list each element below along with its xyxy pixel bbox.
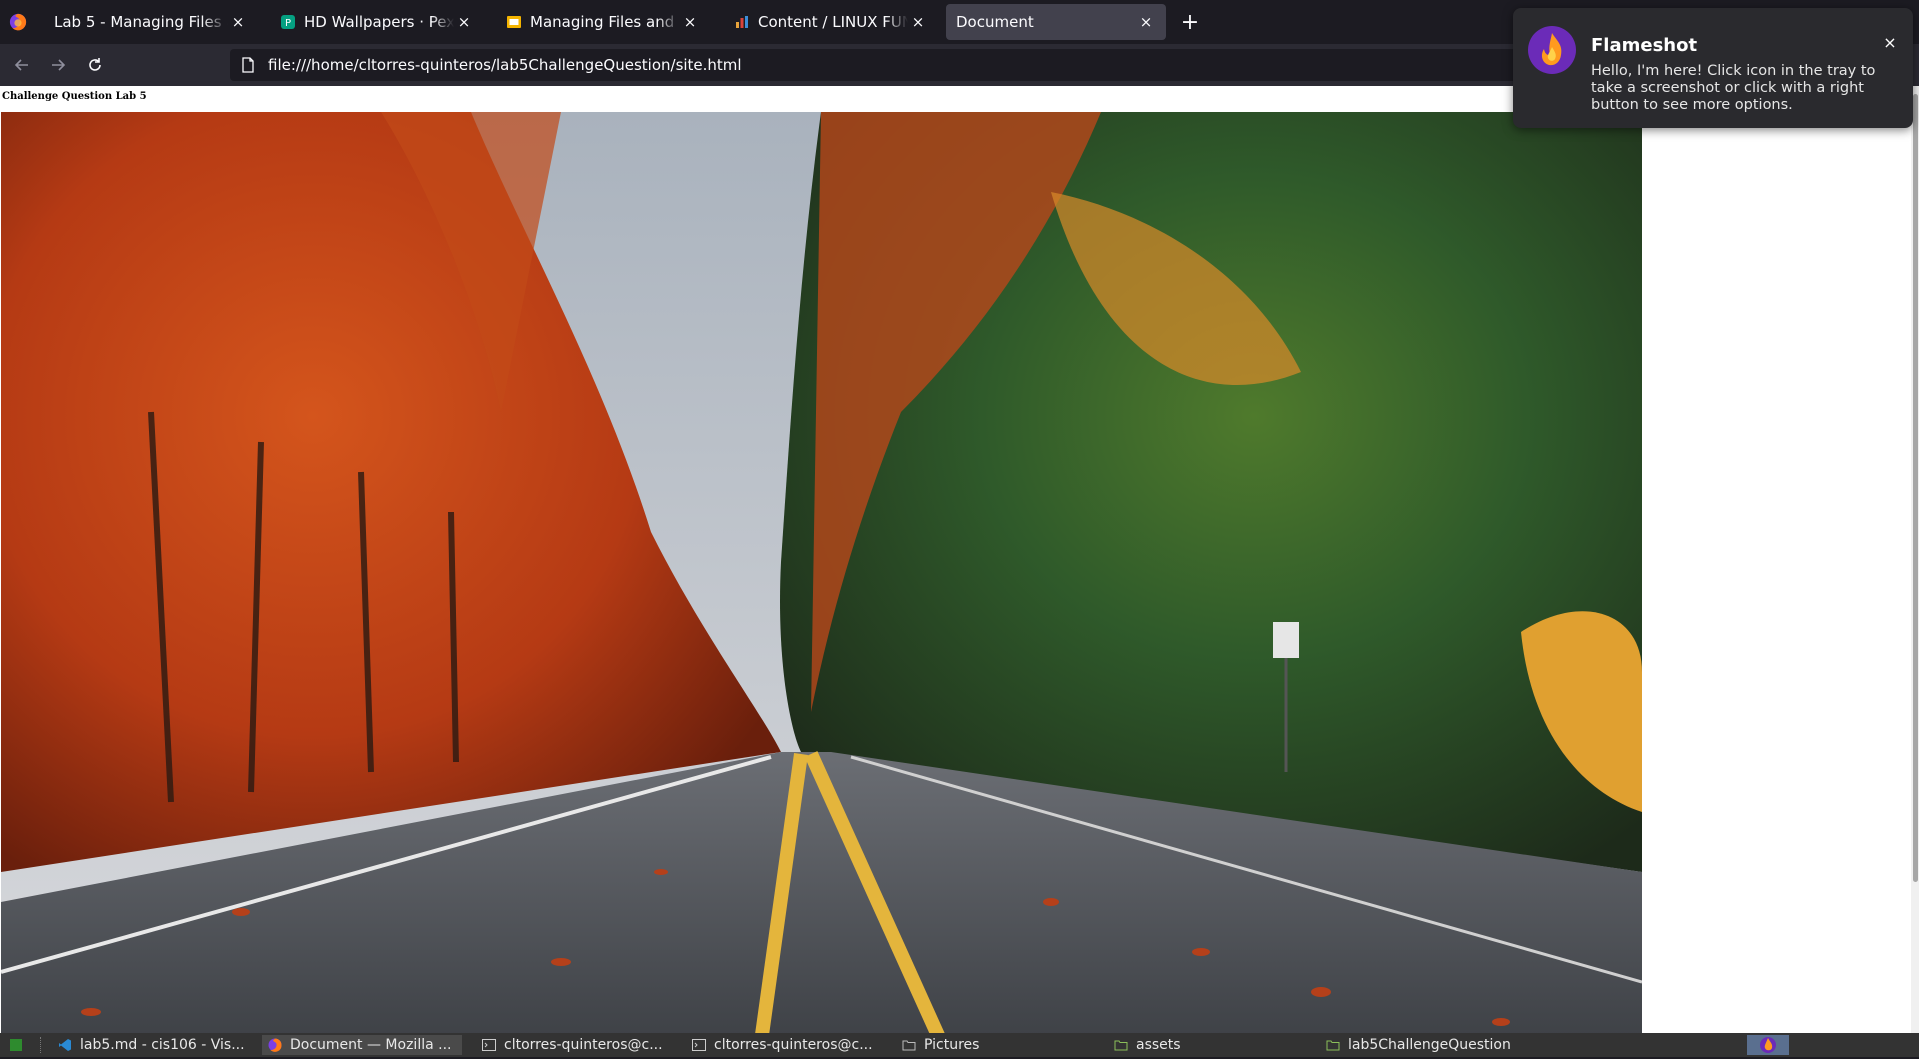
terminal-icon [692,1039,706,1051]
taskbar-item-assets[interactable]: assets [1108,1035,1308,1055]
taskbar-item-lab5challengequestion[interactable]: lab5ChallengeQuestion [1320,1035,1530,1055]
tab-lab5[interactable]: Lab 5 - Managing Files and D × [44,4,258,40]
pexels-icon: P [281,15,295,29]
page-heading: Challenge Question Lab 5 [2,91,147,102]
address-bar[interactable]: file:///home/cltorres-quinteros/lab5Chal… [230,49,1530,81]
tab-linux-fundamentals[interactable]: Content / LINUX FUNDAM × [724,4,938,40]
firefox-icon [268,1038,282,1052]
page-scrollbar-thumb[interactable] [1913,94,1918,882]
tab-managing-files[interactable]: Managing Files and Direc × [496,4,710,40]
close-icon[interactable]: × [680,13,700,31]
forward-button[interactable] [46,53,70,77]
notification-title: Flameshot [1591,35,1698,56]
reload-icon [89,58,101,71]
page-content: Challenge Question Lab 5 [0,86,1919,1033]
taskbar-item-label: Document — Mozilla ... [290,1037,452,1053]
taskbar-item-label: Pictures [924,1037,980,1053]
arrow-right-icon [52,59,66,71]
taskbar-item-label: lab5.md - cis106 - Vis... [80,1037,245,1053]
back-button[interactable] [10,53,34,77]
svg-text:P: P [285,18,291,29]
taskbar: lab5.md - cis106 - Vis... Document — Moz… [0,1033,1919,1057]
taskbar-item-label: cltorres-quinteros@c... [714,1037,873,1053]
flameshot-notification[interactable]: Flameshot Hello, I'm here! Click icon in… [1513,8,1913,128]
taskbar-separator [40,1037,43,1053]
tab-label: HD Wallpapers · Pexels [304,13,454,31]
taskbar-item-terminal-1[interactable]: cltorres-quinteros@c... [476,1035,676,1055]
tab-pexels[interactable]: P HD Wallpapers · Pexels × [270,4,484,40]
close-icon[interactable]: × [1880,33,1900,52]
autumn-road-photo [1,112,1642,1033]
arrow-left-icon [14,59,28,71]
vscode-icon [59,1039,71,1051]
close-icon[interactable]: × [228,13,248,31]
new-tab-button[interactable]: + [1176,8,1204,36]
taskbar-item-label: cltorres-quinteros@c... [504,1037,663,1053]
tab-label: Managing Files and Direc [530,13,680,31]
firefox-logo-icon[interactable] [0,0,36,44]
reload-button[interactable] [83,53,107,77]
taskbar-item-terminal-2[interactable]: cltorres-quinteros@c... [686,1035,886,1055]
page-icon [242,57,254,73]
taskbar-item-label: assets [1136,1037,1181,1053]
chart-icon [736,16,748,28]
taskbar-item-label: lab5ChallengeQuestion [1348,1037,1511,1053]
url-text: file:///home/cltorres-quinteros/lab5Chal… [268,56,742,74]
taskbar-item-firefox[interactable]: Document — Mozilla ... [262,1035,462,1055]
folder-icon [1326,1040,1340,1051]
close-icon[interactable]: × [1136,13,1156,31]
tab-label: Document [956,13,1034,31]
close-icon[interactable]: × [454,13,474,31]
flameshot-tray-icon [1760,1037,1776,1053]
desktop-menu-icon[interactable] [10,1039,22,1051]
slides-icon [507,16,521,28]
tab-label: Content / LINUX FUNDAM [758,13,908,31]
taskbar-item-vscode[interactable]: lab5.md - cis106 - Vis... [52,1035,252,1055]
folder-icon [902,1040,916,1051]
close-icon[interactable]: × [908,13,928,31]
tab-document[interactable]: Document × [946,4,1166,40]
terminal-icon [482,1039,496,1051]
flameshot-icon [1528,26,1576,74]
taskbar-item-pictures[interactable]: Pictures [896,1035,1096,1055]
tab-label: Lab 5 - Managing Files and D [54,13,228,31]
folder-icon [1114,1040,1128,1051]
system-tray-flameshot-icon[interactable] [1747,1035,1789,1055]
notification-body: Hello, I'm here! Click icon in the tray … [1591,63,1876,113]
